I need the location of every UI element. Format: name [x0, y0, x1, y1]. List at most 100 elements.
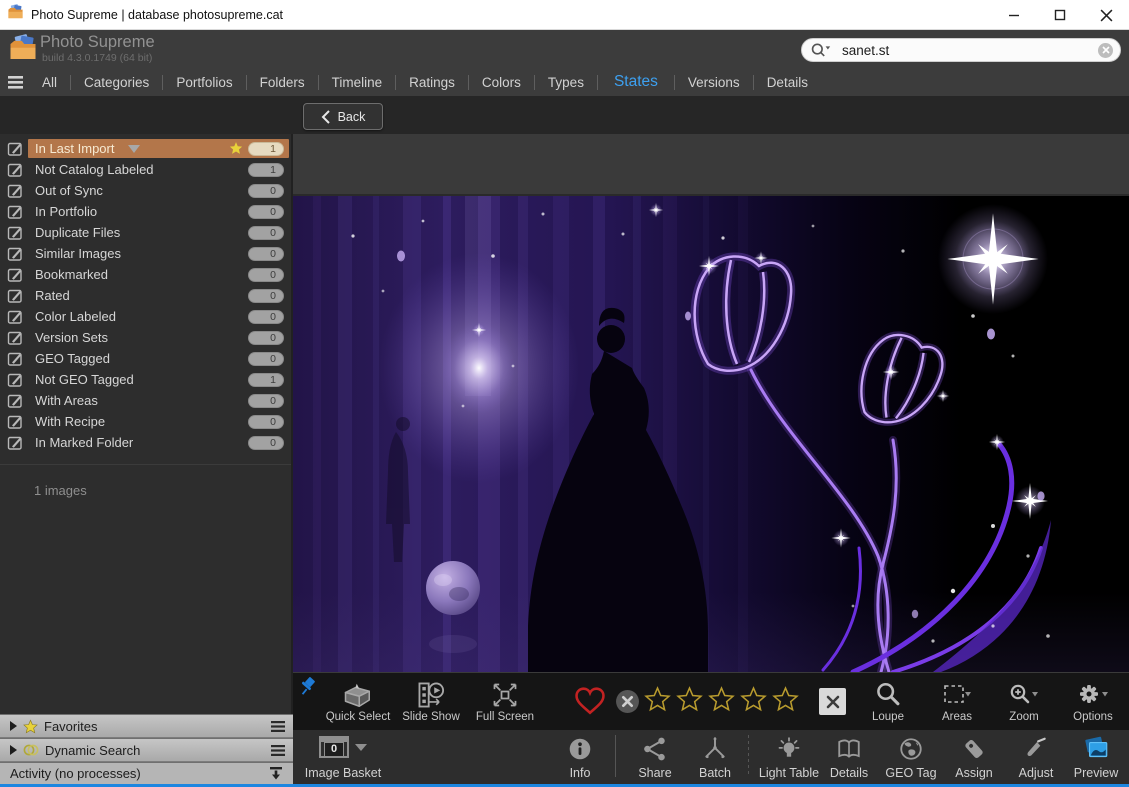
- chevron-down-icon[interactable]: [128, 145, 140, 153]
- state-checkbox-icon[interactable]: [7, 309, 23, 325]
- light-table-button[interactable]: Light Table: [751, 734, 827, 780]
- state-checkbox-icon[interactable]: [7, 351, 23, 367]
- quick-select-button[interactable]: Quick Select: [318, 681, 398, 723]
- rating-star-icon[interactable]: [772, 686, 799, 713]
- info-label: Info: [570, 766, 591, 780]
- tab-types[interactable]: Types: [535, 75, 597, 90]
- state-row-color-labeled[interactable]: Color Labeled0: [0, 306, 291, 327]
- adjust-brush-icon: [1023, 736, 1049, 762]
- tab-folders[interactable]: Folders: [247, 75, 318, 90]
- rating-star-icon[interactable]: [740, 686, 767, 713]
- options-button[interactable]: Options: [1061, 681, 1125, 723]
- search-icon[interactable]: [810, 41, 832, 59]
- tab-states[interactable]: States: [598, 73, 674, 91]
- tab-details[interactable]: Details: [754, 75, 821, 90]
- state-checkbox-icon[interactable]: [7, 246, 23, 262]
- favorite-heart-icon[interactable]: [573, 684, 607, 721]
- loupe-icon: [874, 681, 902, 709]
- state-row-in-portfolio[interactable]: In Portfolio0: [0, 201, 291, 222]
- slide-show-button[interactable]: Slide Show: [396, 681, 466, 723]
- assign-button[interactable]: Assign: [943, 734, 1005, 780]
- info-button[interactable]: Info: [550, 734, 610, 780]
- zoom-button[interactable]: Zoom: [993, 681, 1055, 723]
- state-row-with-areas[interactable]: With Areas0: [0, 390, 291, 411]
- image-basket-button[interactable]: 0 Image Basket: [299, 734, 387, 780]
- state-row-not-geo-tagged[interactable]: Not GEO Tagged1: [0, 369, 291, 390]
- adjust-button[interactable]: Adjust: [1005, 734, 1067, 780]
- tab-all[interactable]: All: [29, 75, 70, 90]
- menu-hamburger-icon[interactable]: [8, 76, 23, 89]
- state-checkbox-icon[interactable]: [7, 372, 23, 388]
- panel-menu-icon[interactable]: [271, 744, 285, 757]
- state-row-in-marked-folder[interactable]: In Marked Folder0: [0, 432, 291, 453]
- state-checkbox-icon[interactable]: [7, 288, 23, 304]
- state-row-rated[interactable]: Rated0: [0, 285, 291, 306]
- state-checkbox-icon[interactable]: [7, 204, 23, 220]
- photo-preview-image[interactable]: [293, 196, 1129, 672]
- search-input[interactable]: [842, 43, 1098, 58]
- state-checkbox-icon[interactable]: [7, 393, 23, 409]
- state-row-in-last-import[interactable]: In Last Import 1: [0, 138, 291, 159]
- favorites-panel-header[interactable]: Favorites: [0, 714, 293, 738]
- state-row-duplicate-files[interactable]: Duplicate Files0: [0, 222, 291, 243]
- state-checkbox-icon[interactable]: [7, 225, 23, 241]
- rating-star-icon[interactable]: [644, 686, 671, 713]
- tab-portfolios[interactable]: Portfolios: [163, 75, 245, 90]
- state-row-with-recipe[interactable]: With Recipe0: [0, 411, 291, 432]
- state-row-version-sets[interactable]: Version Sets0: [0, 327, 291, 348]
- close-button[interactable]: [1083, 0, 1129, 30]
- share-button[interactable]: Share: [625, 734, 685, 780]
- expand-triangle-icon[interactable]: [10, 721, 17, 731]
- image-basket-icon: 0: [319, 736, 349, 758]
- search-clear-icon[interactable]: [1098, 43, 1113, 58]
- state-label: Rated: [35, 288, 70, 303]
- areas-button[interactable]: Areas: [925, 681, 989, 723]
- details-button[interactable]: Details: [819, 734, 879, 780]
- preview-top-band: [293, 134, 1129, 196]
- state-checkbox-icon[interactable]: [7, 435, 23, 451]
- tab-versions[interactable]: Versions: [675, 75, 753, 90]
- state-checkbox-icon[interactable]: [7, 183, 23, 199]
- expand-triangle-icon[interactable]: [10, 745, 17, 755]
- state-label: Not Catalog Labeled: [35, 162, 154, 177]
- state-checkbox-icon[interactable]: [7, 414, 23, 430]
- tab-ratings[interactable]: Ratings: [396, 75, 468, 90]
- collapse-arrow-icon[interactable]: [268, 766, 284, 781]
- panel-menu-icon[interactable]: [271, 720, 285, 733]
- deselect-icon[interactable]: [819, 688, 846, 715]
- loupe-button[interactable]: Loupe: [859, 681, 917, 723]
- state-count-badge: 0: [248, 247, 284, 261]
- state-checkbox-icon[interactable]: [7, 330, 23, 346]
- back-button[interactable]: Back: [303, 103, 383, 130]
- back-button-label: Back: [338, 110, 366, 124]
- full-screen-button[interactable]: Full Screen: [470, 681, 540, 723]
- geo-tag-button[interactable]: GEO Tag: [879, 734, 943, 780]
- maximize-button[interactable]: [1037, 0, 1083, 30]
- state-row-not-catalog-labeled[interactable]: Not Catalog Labeled1: [0, 159, 291, 180]
- search-box[interactable]: [801, 38, 1121, 62]
- tab-categories[interactable]: Categories: [71, 75, 162, 90]
- chevron-down-icon[interactable]: [355, 744, 367, 751]
- state-checkbox-icon[interactable]: [7, 162, 23, 178]
- tab-timeline[interactable]: Timeline: [319, 75, 396, 90]
- dynamic-search-panel-header[interactable]: Dynamic Search: [0, 738, 293, 762]
- state-row-out-of-sync[interactable]: Out of Sync0: [0, 180, 291, 201]
- activity-bar[interactable]: Activity (no processes): [0, 762, 293, 784]
- clear-rating-icon[interactable]: [615, 689, 640, 719]
- pin-icon[interactable]: [298, 676, 318, 701]
- zoom-label: Zoom: [1009, 711, 1038, 723]
- batch-button[interactable]: Batch: [685, 734, 745, 780]
- state-count-badge: 0: [248, 415, 284, 429]
- state-row-similar-images[interactable]: Similar Images0: [0, 243, 291, 264]
- minimize-button[interactable]: [991, 0, 1037, 30]
- state-checkbox-icon[interactable]: [7, 141, 23, 157]
- state-row-bookmarked[interactable]: Bookmarked0: [0, 264, 291, 285]
- rating-star-icon[interactable]: [676, 686, 703, 713]
- state-row-geo-tagged[interactable]: GEO Tagged0: [0, 348, 291, 369]
- preview-button[interactable]: Preview: [1065, 734, 1127, 780]
- bottom-bar-separator: [615, 735, 616, 777]
- tab-colors[interactable]: Colors: [469, 75, 534, 90]
- rating-star-icon[interactable]: [708, 686, 735, 713]
- share-label: Share: [638, 766, 671, 780]
- state-checkbox-icon[interactable]: [7, 267, 23, 283]
